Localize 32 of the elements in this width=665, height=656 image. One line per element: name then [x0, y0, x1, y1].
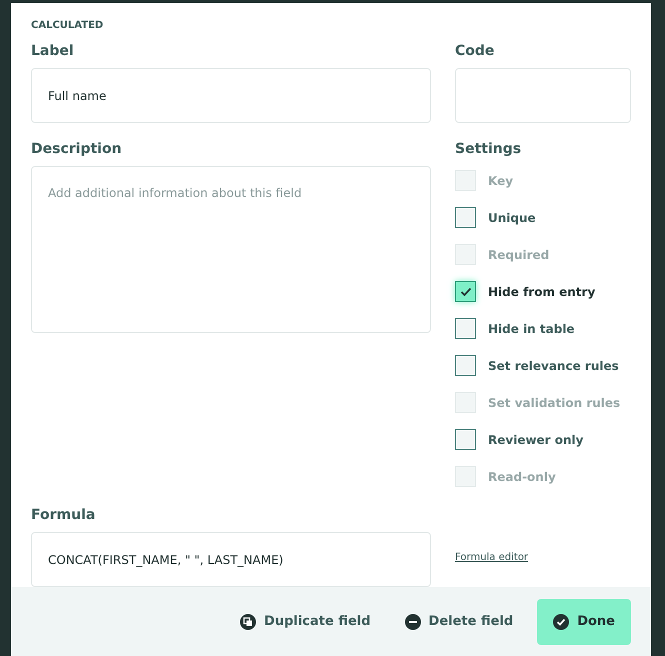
checkbox-label: Hide in table [488, 320, 575, 338]
label-input[interactable]: Full name [31, 68, 431, 123]
field-label: Settings [455, 140, 522, 159]
formula-input[interactable]: CONCAT(FIRST_NAME, " ", LAST_NAME) [31, 532, 431, 587]
duplicate-button[interactable]: Duplicate field [230, 598, 381, 644]
field-label: Formula [31, 506, 96, 525]
checkbox-label: Set validation rules [488, 394, 620, 412]
checkbox-label: Unique [488, 210, 536, 226]
checkbox-label: Reviewer only [488, 432, 584, 448]
field-label: Label [31, 42, 75, 61]
description-input[interactable]: Add additional information about this field [31, 166, 431, 333]
minus-circle-icon [404, 614, 421, 630]
checkbox-label: Set relevance rules [488, 358, 619, 374]
checkbox-label: Read-only [488, 468, 556, 486]
checkbox[interactable] [455, 281, 476, 302]
formula-editor-link[interactable]: Formula editor [455, 552, 528, 563]
field-label: Description [31, 140, 123, 159]
field-label: Code [455, 42, 496, 61]
duplicate-icon [240, 614, 256, 630]
done-button[interactable]: Done [537, 598, 631, 644]
checkbox-label: Required [488, 246, 550, 264]
checkbox[interactable] [455, 429, 476, 450]
checkbox-label: Hide from entry [488, 284, 596, 300]
checkbox-label: Key [488, 172, 514, 190]
delete-button[interactable]: Delete field [394, 598, 524, 644]
section-label: CALCULATED [31, 19, 104, 33]
check-circle-icon [553, 614, 570, 630]
checkbox[interactable] [455, 318, 476, 339]
checkbox[interactable] [455, 207, 476, 228]
code-input[interactable] [455, 68, 631, 123]
checkmark-icon [460, 286, 472, 296]
checkbox[interactable] [455, 355, 476, 376]
